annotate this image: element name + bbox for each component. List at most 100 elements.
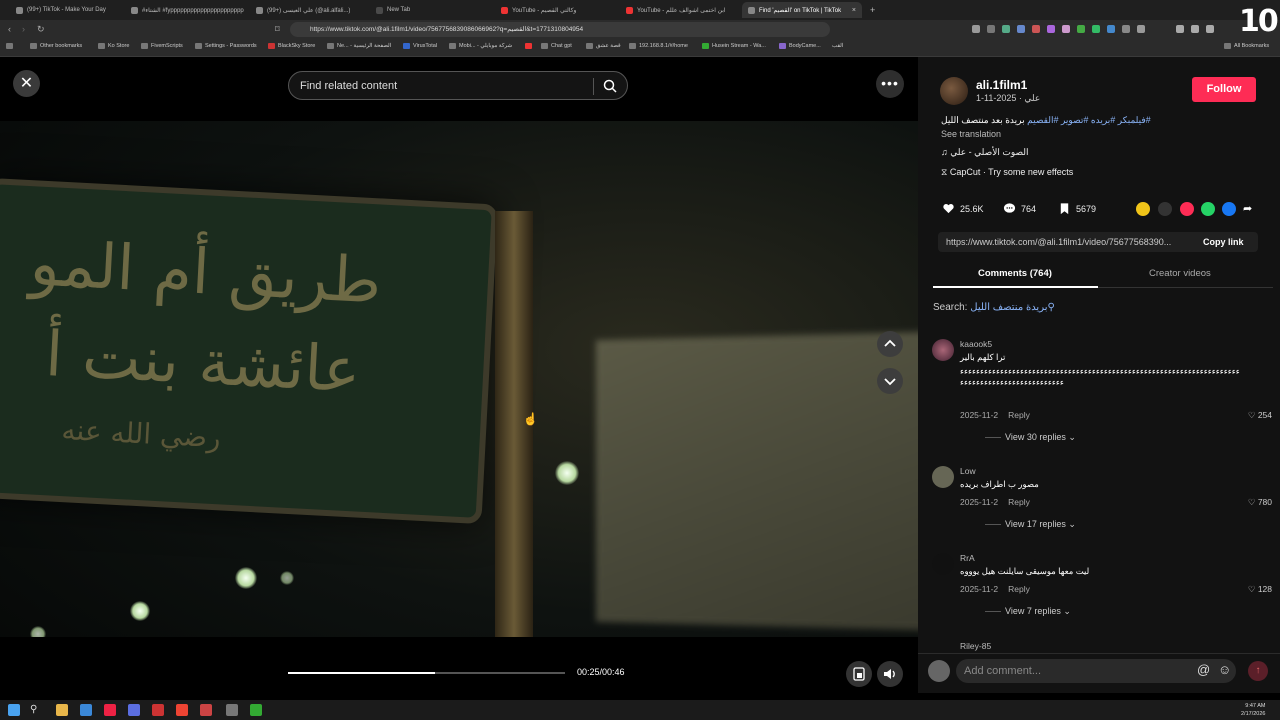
facebook-icon[interactable]	[1222, 202, 1236, 216]
sidepanel-icon[interactable]	[1191, 25, 1199, 33]
start-menu-icon[interactable]	[8, 704, 20, 716]
bookmark-item[interactable]: Settings - Passwords	[195, 43, 257, 49]
comment-input[interactable]: Add comment... @ ☺	[956, 659, 1236, 683]
bookmark-item[interactable]: Ko Store	[98, 43, 129, 49]
chrome-icon[interactable]	[176, 704, 188, 716]
browser-tab[interactable]: #الشتاء #fypppppppppppppppppppppp	[125, 2, 250, 18]
extension-icon[interactable]	[1002, 25, 1010, 33]
post-comment-button[interactable]: ↑	[1248, 661, 1268, 681]
browser-tab-active[interactable]: Find 'القصيم' on TikTok | TikTok ×	[742, 2, 862, 18]
new-tab-icon[interactable]: +	[864, 2, 878, 18]
app-icon[interactable]	[250, 704, 262, 716]
comment-search-suggestion[interactable]: Search: بريدة منتصف الليل⚲	[933, 302, 1055, 313]
comment-username[interactable]: Low	[960, 466, 976, 476]
extension-icon[interactable]	[1092, 25, 1100, 33]
file-explorer-icon[interactable]	[56, 704, 68, 716]
extension-icon[interactable]	[972, 25, 980, 33]
view-replies-link[interactable]: View 17 replies ⌄	[985, 519, 1076, 530]
search-icon[interactable]	[602, 78, 618, 94]
follow-button[interactable]: Follow	[1192, 77, 1256, 102]
embed-icon[interactable]	[1158, 202, 1172, 216]
bookmark-item[interactable]: القب	[832, 43, 843, 49]
bookmark-page-icon[interactable]: ⌑	[275, 24, 280, 35]
volume-icon[interactable]	[877, 661, 903, 687]
reply-link[interactable]: Reply	[1008, 497, 1030, 507]
comment-likes[interactable]: ♡ 780	[1248, 497, 1272, 508]
download-icon[interactable]	[1206, 25, 1214, 33]
apps-grid-icon[interactable]	[6, 43, 13, 49]
browser-tab[interactable]: (99+) علي العيسى (@ali.alfali...)	[250, 2, 370, 18]
extension-icon[interactable]	[1047, 25, 1055, 33]
bookmark-item[interactable]: Mobi... - شركة موبايلي	[449, 43, 512, 49]
app-icon[interactable]	[152, 704, 164, 716]
avatar[interactable]	[940, 77, 968, 105]
view-replies-link[interactable]: View 7 replies ⌄	[985, 606, 1071, 617]
bookmark-item[interactable]: Other bookmarks	[30, 43, 82, 49]
browser-tab[interactable]: New Tab	[370, 2, 495, 18]
search-input[interactable]: Find related content	[300, 80, 397, 92]
extension-icon[interactable]	[987, 25, 995, 33]
previous-video-button[interactable]	[877, 331, 903, 357]
search-query-link[interactable]: بريدة منتصف الليل	[970, 302, 1047, 313]
forward-arrow-icon[interactable]: ›	[22, 24, 25, 34]
video-player[interactable]: طريق أم المو عائشة بنت أ رضي الله عنه	[0, 57, 918, 693]
browser-tab[interactable]: (99+) TikTok - Make Your Day	[10, 2, 125, 18]
search-icon[interactable]: ⚲	[30, 704, 42, 716]
picture-in-picture-icon[interactable]	[846, 661, 872, 687]
bookmark-item[interactable]: VirusTotal	[403, 43, 437, 49]
all-bookmarks[interactable]: All Bookmarks	[1224, 43, 1269, 49]
whatsapp-icon[interactable]	[1201, 202, 1215, 216]
bookmark-item[interactable]: قصة عشق	[586, 43, 621, 49]
tab-creator-videos[interactable]: Creator videos	[1149, 268, 1211, 279]
extension-icon[interactable]	[1077, 25, 1085, 33]
copy-link-button[interactable]: Copy link	[1203, 237, 1244, 247]
hashtags[interactable]: #فيلمبكر #بريده #تصوير #القصيم	[1027, 115, 1151, 125]
media-icon[interactable]	[1176, 25, 1184, 33]
repost-icon[interactable]	[1136, 202, 1150, 216]
next-video-button[interactable]	[877, 368, 903, 394]
see-translation-link[interactable]: See translation	[941, 129, 1001, 139]
close-video-button[interactable]: ✕	[13, 70, 40, 97]
reload-icon[interactable]: ↻	[37, 24, 45, 35]
comment-username[interactable]: kaaook5	[960, 339, 992, 349]
extension-icon[interactable]	[1137, 25, 1145, 33]
find-related-search[interactable]: Find related content	[288, 71, 628, 100]
progress-bar[interactable]	[288, 672, 565, 674]
bookmark-item[interactable]: Ne... - الصفحة الرئيسية	[327, 43, 391, 49]
video-link[interactable]: https://www.tiktok.com/@ali.1film1/video…	[946, 237, 1186, 247]
app-icon[interactable]	[80, 704, 92, 716]
avatar[interactable]	[932, 466, 954, 488]
bookmark-item[interactable]: 192.168.8.1/#/home	[629, 43, 688, 49]
tab-comments[interactable]: Comments (764)	[978, 268, 1052, 279]
extension-icon[interactable]	[1032, 25, 1040, 33]
extension-icon[interactable]	[1107, 25, 1115, 33]
capcut-row[interactable]: ⧖ CapCut · Try some new effects	[941, 167, 1073, 178]
more-options-icon[interactable]: •••	[876, 70, 904, 98]
bookmark-item[interactable]: BlackSky Store	[268, 43, 315, 49]
extension-icon[interactable]	[1122, 25, 1130, 33]
music-row[interactable]: ♫ الصوت الأصلي - علي	[941, 147, 1029, 158]
mention-icon[interactable]: @	[1197, 662, 1210, 677]
share-arrow-icon[interactable]: ➦	[1243, 202, 1257, 216]
discord-icon[interactable]	[128, 704, 140, 716]
comment-likes[interactable]: ♡ 254	[1248, 410, 1272, 421]
username[interactable]: ali.1film1	[976, 78, 1027, 92]
reply-link[interactable]: Reply	[1008, 410, 1030, 420]
save-stat[interactable]: 5679	[1058, 202, 1096, 215]
browser-tab[interactable]: YouTube - ابن اختمى اشوالف عللم	[620, 2, 742, 18]
settings-gear-icon[interactable]	[226, 704, 238, 716]
close-tab-icon[interactable]: ×	[852, 7, 856, 14]
like-stat[interactable]: 25.6K	[942, 202, 984, 215]
comment-username[interactable]: Riley-85	[960, 641, 991, 651]
comment-stat[interactable]: 764	[1003, 202, 1036, 215]
reply-link[interactable]: Reply	[1008, 584, 1030, 594]
browser-tab[interactable]: YouTube - وكالتي القصيم	[495, 2, 620, 18]
extension-icon[interactable]	[1017, 25, 1025, 33]
system-clock[interactable]: 9:47 AM 2/17/2026	[1241, 702, 1265, 718]
extension-icon[interactable]	[1062, 25, 1070, 33]
comment-username[interactable]: RrA	[960, 553, 975, 563]
back-arrow-icon[interactable]: ‹	[8, 24, 11, 34]
bookmark-item[interactable]: BodyCame...	[779, 43, 821, 49]
app-icon[interactable]	[200, 704, 212, 716]
send-to-friends-icon[interactable]	[1180, 202, 1194, 216]
